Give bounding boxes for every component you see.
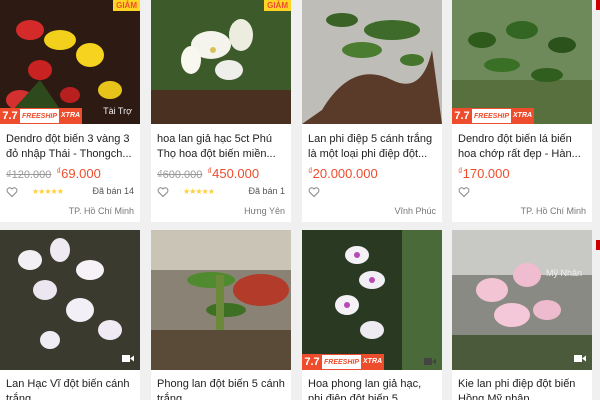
product-title[interactable]: hoa lan giả hạc 5ct Phú Thọ hoa đột biến… [157,132,285,162]
discount-badge: GIẢM [264,0,291,11]
product-card[interactable]: GIẢM 7.7 FREESHIP XTRA Tài Trợ Dendro độ… [0,0,140,222]
freeship-badge: 7.7 FREESHIP XTRA [0,108,83,124]
discount-badge: GIẢM [113,0,140,11]
heart-icon[interactable] [308,186,320,198]
rating-row: ★★★★★ Đã bán 1 [157,186,285,198]
old-price: ₫600.000 [157,169,203,181]
product-image[interactable] [302,0,442,124]
current-price: ₫69.000 [56,166,101,181]
price-row: ₫120.000 ₫69.000 [6,166,134,181]
sold-count: Đã bán 14 [92,186,134,196]
current-price: ₫450.000 [207,166,260,181]
video-camera-icon [424,358,436,365]
freeship-badge: 7.7 FREESHIP XTRA [302,354,385,370]
product-image[interactable] [302,230,442,370]
sponsored-tag: Tài Trợ [103,106,132,116]
product-title[interactable]: Dendro đột biến lá biến hoa chớp rất đẹp… [458,132,586,162]
product-title[interactable]: Kie lan phi điệp đột biến Hồng Mỹ nhập..… [458,377,586,400]
scroll-edge-marker [596,240,600,250]
heart-icon[interactable] [157,186,169,198]
video-camera-icon [574,355,586,362]
location: Hưng Yên [244,206,285,216]
current-price: ₫20.000.000 [308,166,378,181]
star-rating: ★★★★★ [32,187,64,196]
sold-count: Đã bán 1 [248,186,285,196]
product-card[interactable]: 7.7 FREESHIP XTRA Dendro đột biến lá biế… [452,0,592,222]
price-row: ₫20.000.000 [308,166,436,181]
old-price: ₫120.000 [6,169,52,181]
product-title[interactable]: Hoa phong lan giả hạc, phi điệp đột biến… [308,377,436,400]
product-card[interactable]: Phong lan đột biến 5 cánh trắng [151,230,291,400]
scroll-edge-marker [596,0,600,10]
product-title[interactable]: Phong lan đột biến 5 cánh trắng [157,377,285,400]
product-image[interactable] [151,0,291,124]
product-card[interactable]: Lan Hạc Vĩ đột biến cánh trắng [0,230,140,400]
heart-icon[interactable] [458,186,470,198]
product-card[interactable]: Mỹ Nhân Kie lan phi điệp đột biến Hồng M… [452,230,592,400]
location: Vĩnh Phúc [394,206,436,216]
location: TP. Hồ Chí Minh [520,206,586,216]
rating-row [308,186,436,198]
product-image[interactable] [452,0,592,124]
video-camera-icon [122,355,134,362]
product-image[interactable] [452,230,592,370]
freeship-badge: 7.7 FREESHIP XTRA [452,108,535,124]
product-title[interactable]: Lan Hạc Vĩ đột biến cánh trắng [6,377,134,400]
product-image[interactable] [0,230,140,370]
product-card[interactable]: GIẢM hoa lan giả hạc 5ct Phú Thọ hoa đột… [151,0,291,222]
product-card[interactable]: 7.7 FREESHIP XTRA Hoa phong lan giả hạc,… [302,230,442,400]
price-row: ₫600.000 ₫450.000 [157,166,285,181]
product-title[interactable]: Dendro đột biến 3 vàng 3 đỏ nhập Thái - … [6,132,134,162]
location: TP. Hồ Chí Minh [68,206,134,216]
current-price: ₫170.000 [458,166,510,181]
watermark-text: Mỹ Nhân [545,268,582,278]
rating-row: ★★★★★ Đã bán 14 [6,186,134,198]
heart-icon[interactable] [6,186,18,198]
product-card[interactable]: Lan phi điệp 5 cánh trắng là một loại ph… [302,0,442,222]
product-image[interactable] [151,230,291,370]
product-grid: GIẢM 7.7 FREESHIP XTRA Tài Trợ Dendro độ… [0,0,600,400]
price-row: ₫170.000 [458,166,586,181]
product-title[interactable]: Lan phi điệp 5 cánh trắng là một loại ph… [308,132,436,162]
star-rating: ★★★★★ [183,187,215,196]
rating-row [458,186,586,198]
